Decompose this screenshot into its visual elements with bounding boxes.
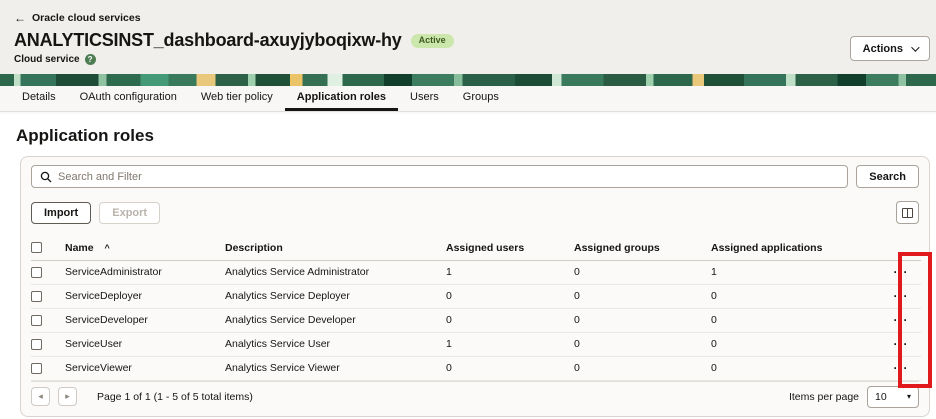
- assigned-applications-count: 0: [711, 308, 881, 333]
- role-name: ServiceDeployer: [65, 284, 225, 309]
- actions-button[interactable]: Actions: [849, 36, 930, 61]
- assigned-applications-count: 1: [711, 260, 881, 285]
- sort-ascending-icon: ^: [104, 242, 110, 253]
- role-description: Analytics Service Deployer: [225, 284, 446, 309]
- column-header-assigned-groups: Assigned groups: [574, 241, 660, 254]
- export-button[interactable]: Export: [99, 201, 161, 224]
- tab-details[interactable]: Details: [10, 86, 68, 111]
- items-per-page-value: 10: [875, 390, 887, 403]
- pagination-bar: ◂ ▸ Page 1 of 1 (1 - 5 of 5 total items)…: [31, 380, 919, 414]
- search-row: Search: [31, 165, 919, 188]
- section-title: Application roles: [16, 126, 154, 145]
- column-header-description: Description: [225, 241, 283, 254]
- tab-users[interactable]: Users: [398, 86, 451, 111]
- column-header-assigned-users: Assigned users: [446, 241, 525, 254]
- assigned-users-count: 1: [446, 332, 574, 357]
- search-input[interactable]: [58, 170, 840, 183]
- back-arrow-icon: ←: [14, 11, 26, 25]
- table-header-row: Name ^ Description Assigned users Assign…: [31, 236, 921, 261]
- column-header-assigned-applications: Assigned applications: [711, 241, 823, 254]
- help-icon[interactable]: ?: [84, 54, 96, 65]
- back-link-label: Oracle cloud services: [32, 12, 141, 24]
- role-name: ServiceUser: [65, 332, 225, 357]
- assigned-users-count: 0: [446, 308, 574, 333]
- page: ← Oracle cloud services ANALYTICSINST_da…: [0, 0, 936, 419]
- row-actions-menu-button[interactable]: ···: [890, 312, 913, 328]
- assigned-groups-count: 0: [574, 308, 711, 333]
- assigned-groups-count: 0: [574, 284, 711, 309]
- roles-table: Name ^ Description Assigned users Assign…: [31, 236, 921, 381]
- tab-groups[interactable]: Groups: [451, 86, 511, 111]
- row-checkbox[interactable]: [31, 314, 42, 326]
- select-all-checkbox[interactable]: [31, 242, 42, 254]
- table-row[interactable]: ServiceViewer Analytics Service Viewer 0…: [31, 356, 921, 381]
- content: Application roles Search Import Export: [0, 126, 936, 417]
- row-actions-menu-button[interactable]: ···: [890, 264, 913, 280]
- row-actions-menu-button[interactable]: ···: [890, 288, 913, 304]
- role-description: Analytics Service User: [225, 332, 446, 357]
- search-input-wrapper: [31, 165, 849, 188]
- tab-application-roles[interactable]: Application roles: [284, 86, 399, 111]
- table-row[interactable]: ServiceDeployer Analytics Service Deploy…: [31, 284, 921, 309]
- status-badge: Active: [410, 33, 454, 48]
- assigned-groups-count: 0: [574, 356, 711, 381]
- row-actions-menu-button[interactable]: ···: [890, 360, 913, 376]
- resource-type-label: Cloud service: [14, 54, 80, 65]
- assigned-groups-count: 0: [574, 260, 711, 285]
- role-description: Analytics Service Viewer: [225, 356, 446, 381]
- table-row[interactable]: ServiceAdministrator Analytics Service A…: [31, 260, 921, 285]
- table-row[interactable]: ServiceDeveloper Analytics Service Devel…: [31, 308, 921, 333]
- previous-page-button[interactable]: ◂: [31, 387, 50, 406]
- title-row: ANALYTICSINST_dashboard-axuyjyboqixw-hy …: [14, 30, 922, 51]
- role-name: ServiceDeveloper: [65, 308, 225, 333]
- page-title: ANALYTICSINST_dashboard-axuyjyboqixw-hy: [14, 30, 402, 50]
- role-description: Analytics Service Developer: [225, 308, 446, 333]
- tab-oauth-configuration[interactable]: OAuth configuration: [68, 86, 189, 111]
- table-row[interactable]: ServiceUser Analytics Service User 1 0 0…: [31, 332, 921, 357]
- decorative-banner: [0, 74, 936, 86]
- next-page-button[interactable]: ▸: [58, 387, 77, 406]
- column-header-name[interactable]: Name: [65, 242, 94, 254]
- row-checkbox[interactable]: [31, 290, 42, 302]
- row-checkbox[interactable]: [31, 266, 42, 278]
- columns-icon: [902, 207, 913, 218]
- assigned-applications-count: 0: [711, 284, 881, 309]
- role-description: Analytics Service Administrator: [225, 260, 446, 285]
- back-link[interactable]: ← Oracle cloud services: [14, 12, 141, 24]
- items-per-page-select[interactable]: 10 ▾: [867, 385, 919, 408]
- assigned-applications-count: 0: [711, 332, 881, 357]
- search-icon: [40, 171, 52, 182]
- chevron-down-icon: [911, 42, 920, 52]
- role-name: ServiceViewer: [65, 356, 225, 381]
- manage-columns-button[interactable]: [896, 201, 919, 224]
- roles-panel: Search Import Export Name: [20, 156, 930, 417]
- toolbar-row: Import Export: [31, 201, 919, 224]
- search-button[interactable]: Search: [856, 165, 919, 188]
- tab-web-tier-policy[interactable]: Web tier policy: [189, 86, 285, 111]
- row-checkbox[interactable]: [31, 362, 42, 374]
- caret-down-icon: ▾: [906, 392, 911, 401]
- assigned-users-count: 0: [446, 284, 574, 309]
- row-checkbox[interactable]: [31, 338, 42, 350]
- assigned-groups-count: 0: [574, 332, 711, 357]
- assigned-users-count: 0: [446, 356, 574, 381]
- assigned-applications-count: 0: [711, 356, 881, 381]
- import-button[interactable]: Import: [31, 201, 92, 224]
- items-per-page-label: Items per page: [788, 390, 859, 403]
- assigned-users-count: 1: [446, 260, 574, 285]
- subtitle-row: Cloud service ?: [14, 54, 922, 65]
- actions-button-label: Actions: [862, 42, 903, 55]
- role-name: ServiceAdministrator: [65, 260, 225, 285]
- pagination-summary: Page 1 of 1 (1 - 5 of 5 total items): [97, 390, 253, 403]
- app-header: ← Oracle cloud services ANALYTICSINST_da…: [0, 0, 936, 74]
- tab-bar: Details OAuth configuration Web tier pol…: [0, 86, 936, 112]
- row-actions-menu-button[interactable]: ···: [890, 336, 913, 352]
